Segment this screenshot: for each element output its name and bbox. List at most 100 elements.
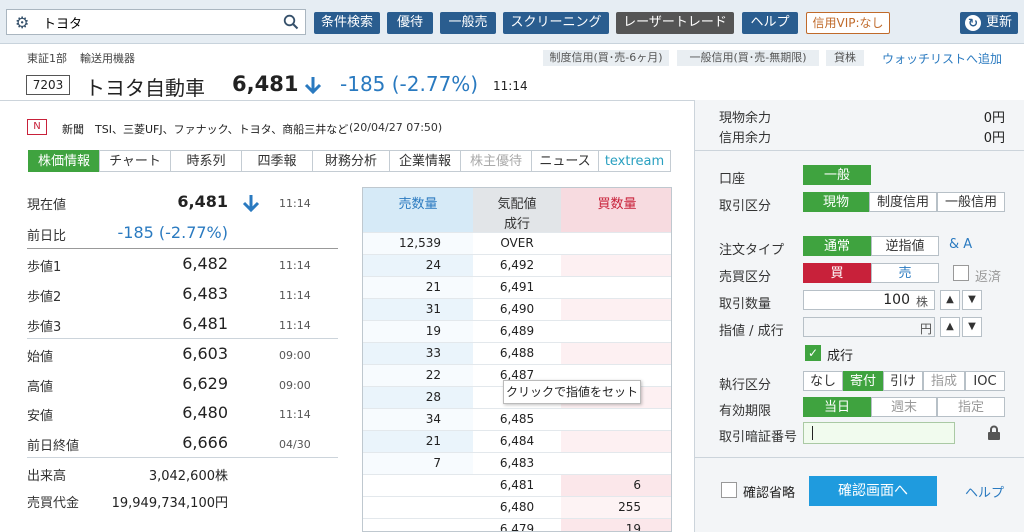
order-type-normal-button[interactable]: 通常 (803, 236, 871, 256)
market-order-checkbox[interactable]: ✓ (805, 345, 821, 361)
exec-ioc-button[interactable]: IOC (965, 371, 1005, 391)
sell-qty: 21 (425, 280, 441, 294)
help-link[interactable]: ヘルプ (965, 482, 1004, 501)
price-level[interactable]: 6,484 (473, 434, 561, 448)
exec-open-button[interactable]: 寄付 (843, 371, 883, 391)
limit-price-label: 指値 / 成行 (719, 324, 784, 339)
price-level[interactable]: 6,480 (473, 500, 561, 514)
row-buy-bg (561, 409, 671, 431)
quantity-up-button[interactable]: ▲ (940, 290, 960, 310)
exec-none-button[interactable]: なし (803, 371, 843, 391)
volume-label: 出来高 (27, 469, 67, 484)
limit-price-input[interactable]: 円 (803, 317, 935, 337)
price-level[interactable]: 6,492 (473, 258, 561, 272)
nav-benefits-button[interactable]: 優待 (387, 12, 433, 34)
account-label: 口座 (719, 172, 746, 187)
news-headline-link[interactable]: TSI、三菱UFJ、ファナック、トヨタ、商船三井など (95, 121, 348, 137)
order-panel: 現物余力 0円 信用余力 0円 口座 一般 取引区分 現物 制度信用 一般信用 … (694, 100, 1024, 532)
limit-price-unit: 円 (920, 322, 933, 336)
order-book: 売数量 気配値 成行 買数量 12,539 OVER 24 6,492 21 6,491 3… (362, 187, 672, 532)
order-book-row[interactable]: 34 6,485 (363, 408, 671, 431)
sell-qty: 34 (425, 412, 441, 426)
tab-financial-analysis[interactable]: 財務分析 (312, 150, 390, 172)
cash-balance-value: 0円 (983, 111, 1005, 126)
expiry-today-button[interactable]: 当日 (803, 397, 871, 417)
divider (27, 457, 338, 458)
quantity-input[interactable]: 100 株 (803, 290, 935, 310)
divider (0, 100, 694, 101)
order-book-row[interactable]: 33 6,488 (363, 342, 671, 365)
account-general-button[interactable]: 一般 (803, 165, 871, 185)
tab-textream[interactable]: textream (598, 150, 671, 172)
exec-close-button[interactable]: 引け (883, 371, 923, 391)
watchlist-add-link[interactable]: ウォッチリストへ追加 (882, 50, 1002, 67)
quantity-down-button[interactable]: ▼ (962, 290, 982, 310)
price-down-button[interactable]: ▼ (962, 317, 982, 337)
nav-condition-search-button[interactable]: 条件検索 (314, 12, 380, 34)
sell-qty-header: 売数量 (363, 188, 473, 232)
order-book-row[interactable]: 24 6,492 (363, 254, 671, 277)
update-button[interactable]: ↻ 更新 (960, 12, 1018, 34)
expiry-specify-button[interactable]: 指定 (937, 397, 1005, 417)
search-input[interactable] (43, 13, 283, 31)
tab-timeseries[interactable]: 時系列 (170, 150, 242, 172)
order-book-row[interactable]: 31 6,490 (363, 298, 671, 321)
price-level[interactable]: 6,491 (473, 280, 561, 294)
price-level[interactable]: 6,479 (473, 522, 561, 531)
order-book-row[interactable]: 19 6,489 (363, 320, 671, 343)
order-book-row[interactable]: 6,479 19 (363, 518, 671, 531)
sell-qty: 31 (425, 302, 441, 316)
skip-confirm-checkbox[interactable] (721, 482, 737, 498)
skip-confirm-label: 確認省略 (743, 486, 796, 501)
margin-balance-value: 0円 (983, 131, 1005, 146)
return-label: 返済 (975, 270, 1002, 285)
order-book-row[interactable]: 21 6,484 (363, 430, 671, 453)
row-sell-bg (363, 519, 473, 531)
order-book-row[interactable]: 7 6,483 (363, 452, 671, 475)
tab-quarterly-report[interactable]: 四季報 (241, 150, 313, 172)
trade-general-margin-button[interactable]: 一般信用 (937, 192, 1005, 212)
text-cursor (812, 426, 813, 440)
arrow-down-icon (304, 77, 322, 95)
side-buy-button[interactable]: 買 (803, 263, 871, 283)
confirm-screen-button[interactable]: 確認画面へ (809, 476, 937, 506)
tab-news[interactable]: ニュース (531, 150, 599, 172)
row-buy-bg (561, 299, 671, 321)
sell-qty: 21 (425, 434, 441, 448)
order-type-stop-button[interactable]: 逆指値 (871, 236, 939, 256)
vip-status-badge[interactable]: 信用VIP:なし (806, 12, 890, 34)
tab-company-info[interactable]: 企業情報 (389, 150, 461, 172)
price-up-button[interactable]: ▲ (940, 317, 960, 337)
tab-stock-info[interactable]: 株価情報 (28, 150, 100, 172)
search-box[interactable]: ⚙ (6, 9, 306, 35)
return-checkbox[interactable] (953, 265, 969, 281)
price-level[interactable]: 6,481 (473, 478, 561, 492)
price-level[interactable]: 6,483 (473, 456, 561, 470)
nav-help-button[interactable]: ヘルプ (742, 12, 798, 34)
trade-system-margin-button[interactable]: 制度信用 (869, 192, 937, 212)
tab-chart[interactable]: チャート (99, 150, 171, 172)
trade-cash-button[interactable]: 現物 (803, 192, 869, 212)
nav-general-sell-button[interactable]: 一般売 (440, 12, 496, 34)
pin-input[interactable] (803, 422, 955, 444)
expiry-weekend-button[interactable]: 週末 (871, 397, 937, 417)
gear-icon[interactable]: ⚙ (15, 13, 29, 32)
price-level[interactable]: 6,488 (473, 346, 561, 360)
buy-qty: 255 (618, 500, 641, 514)
search-icon[interactable] (283, 14, 299, 30)
price-level[interactable]: 6,490 (473, 302, 561, 316)
price-level[interactable]: OVER (473, 236, 561, 250)
nav-laser-trade-button[interactable]: レーザートレード (616, 12, 734, 34)
market-order-label: 成行 (503, 217, 530, 232)
order-book-row[interactable]: 21 6,491 (363, 276, 671, 299)
price-header: 気配値 成行 (473, 188, 561, 232)
ifd-link[interactable]: & A (949, 237, 972, 252)
buy-qty-header-label: 買数量 (597, 197, 637, 212)
price-level[interactable]: 6,489 (473, 324, 561, 338)
nav-screening-button[interactable]: スクリーニング (503, 12, 609, 34)
order-book-row[interactable]: 12,539 OVER (363, 232, 671, 255)
price-level[interactable]: 6,485 (473, 412, 561, 426)
order-book-row[interactable]: 6,480 255 (363, 496, 671, 519)
side-sell-button[interactable]: 売 (871, 263, 939, 283)
order-book-row[interactable]: 6,481 6 (363, 474, 671, 497)
